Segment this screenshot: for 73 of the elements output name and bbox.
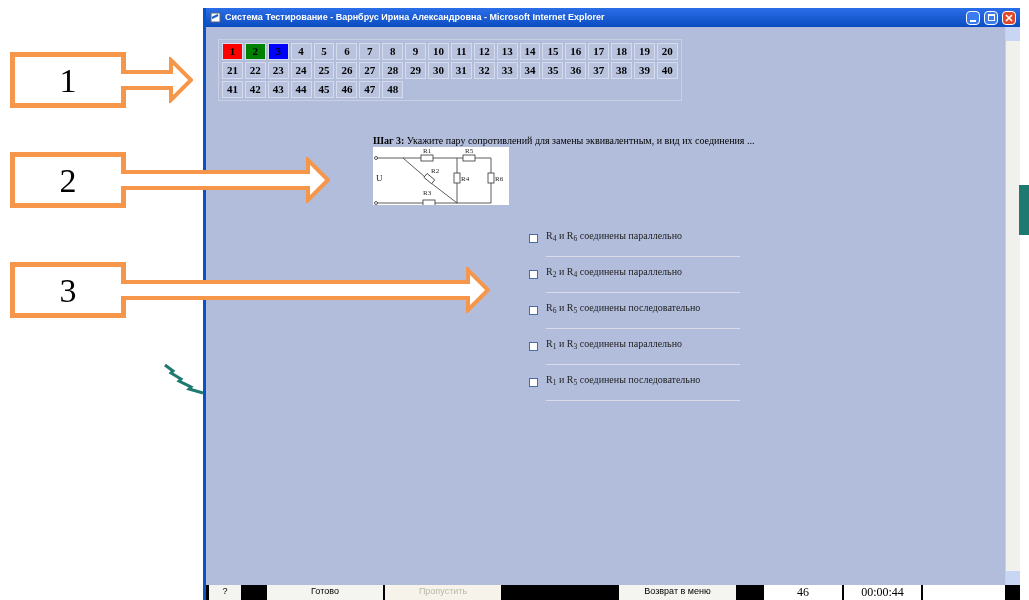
question-number[interactable]: 32 bbox=[473, 62, 495, 79]
question-number[interactable]: 21 bbox=[222, 62, 243, 79]
question-number[interactable]: 38 bbox=[611, 62, 633, 79]
question-number[interactable]: 43 bbox=[267, 81, 289, 98]
question-number[interactable]: 24 bbox=[290, 62, 312, 79]
question-number[interactable]: 45 bbox=[313, 81, 335, 98]
question-number[interactable]: 39 bbox=[634, 62, 655, 79]
option-label[interactable]: R$_{6}$ и R$_{5}$ соединены последовательно bbox=[546, 300, 701, 315]
browser-page-icon bbox=[210, 12, 221, 23]
question-number[interactable]: 17 bbox=[588, 43, 610, 60]
question-number[interactable]: 14 bbox=[519, 43, 541, 60]
question-number[interactable]: 13 bbox=[496, 43, 518, 60]
question-number[interactable]: 46 bbox=[336, 81, 358, 98]
question-number[interactable]: 1 bbox=[222, 43, 243, 60]
question-number[interactable]: 23 bbox=[267, 62, 289, 79]
question-number[interactable]: 19 bbox=[634, 43, 655, 60]
question-number[interactable]: 42 bbox=[244, 81, 266, 98]
question-number[interactable]: 18 bbox=[611, 43, 633, 60]
question-number[interactable]: 20 bbox=[656, 43, 678, 60]
question-number[interactable]: 15 bbox=[542, 43, 564, 60]
minimize-button[interactable] bbox=[966, 10, 980, 25]
close-button[interactable] bbox=[1002, 10, 1016, 25]
question-number[interactable]: 27 bbox=[359, 62, 381, 79]
question-number[interactable]: 7 bbox=[359, 43, 381, 60]
question-number[interactable]: 28 bbox=[382, 62, 404, 79]
question-number[interactable]: 36 bbox=[565, 62, 587, 79]
question-text: Шаг 3: Укажите пару сопротивлений для замены эквивалентным, и вид их соединения ... bbox=[373, 135, 756, 147]
question-number[interactable]: 6 bbox=[336, 43, 358, 60]
option-label[interactable]: R$_{1}$ и R$_{5}$ соединены последовательно bbox=[546, 372, 701, 387]
question-number[interactable]: 2 bbox=[244, 43, 266, 60]
checkbox[interactable] bbox=[529, 270, 538, 279]
question-number[interactable]: 34 bbox=[519, 62, 541, 79]
question-number[interactable]: 44 bbox=[290, 81, 312, 98]
question-number[interactable]: 25 bbox=[313, 62, 335, 79]
counter-field: 46 bbox=[764, 585, 842, 600]
toolbar-button[interactable]: Возврат в меню bbox=[619, 585, 736, 600]
option-label[interactable]: R$_{4}$ и R$_{6}$ соединены параллельно bbox=[546, 228, 682, 243]
toolbar-button[interactable]: Готово bbox=[267, 585, 383, 600]
checkbox[interactable] bbox=[529, 342, 538, 351]
question-number[interactable]: 12 bbox=[473, 43, 495, 60]
scrollbar[interactable] bbox=[1005, 27, 1020, 585]
question-number[interactable]: 33 bbox=[496, 62, 518, 79]
arrow-drawing bbox=[121, 57, 193, 103]
scribble-drawing bbox=[163, 363, 205, 395]
option-label[interactable]: R$_{2}$ и R$_{4}$ соединены параллельно bbox=[546, 264, 682, 279]
question-number[interactable]: 35 bbox=[542, 62, 564, 79]
question-number[interactable]: 11 bbox=[450, 43, 472, 60]
question-number[interactable]: 37 bbox=[588, 62, 610, 79]
checkbox[interactable] bbox=[529, 306, 538, 315]
question-number[interactable]: 5 bbox=[313, 43, 335, 60]
circuit-label: U bbox=[376, 173, 383, 183]
question-number[interactable]: 41 bbox=[222, 81, 243, 98]
checkbox[interactable] bbox=[529, 234, 538, 243]
toolbar-button[interactable]: ? bbox=[209, 585, 241, 600]
question-number[interactable]: 8 bbox=[382, 43, 404, 60]
option-label[interactable]: R$_{1}$ и R$_{3}$ соединены параллельно bbox=[546, 336, 682, 351]
question-number[interactable]: 31 bbox=[450, 62, 472, 79]
question-number[interactable]: 29 bbox=[405, 62, 426, 79]
counter-field: 00:00:44 bbox=[844, 585, 921, 600]
question-number[interactable]: 47 bbox=[359, 81, 381, 98]
question-number[interactable]: 4 bbox=[290, 43, 312, 60]
question-number[interactable]: 40 bbox=[656, 62, 678, 79]
question-number[interactable]: 16 bbox=[565, 43, 587, 60]
question-number[interactable]: 30 bbox=[428, 62, 449, 79]
question-number[interactable]: 10 bbox=[428, 43, 449, 60]
checkbox[interactable] bbox=[529, 378, 538, 387]
question-number[interactable]: 9 bbox=[405, 43, 426, 60]
maximize-button[interactable] bbox=[984, 10, 998, 25]
question-number[interactable]: 26 bbox=[336, 62, 358, 79]
window-title: Система Тестирование - Варнбрус Ирина Александровна - Microsoft Internet Explorer bbox=[225, 10, 606, 24]
slide-shape bbox=[1019, 185, 1029, 235]
question-number[interactable]: 22 bbox=[244, 62, 266, 79]
question-number[interactable]: 48 bbox=[382, 81, 404, 98]
